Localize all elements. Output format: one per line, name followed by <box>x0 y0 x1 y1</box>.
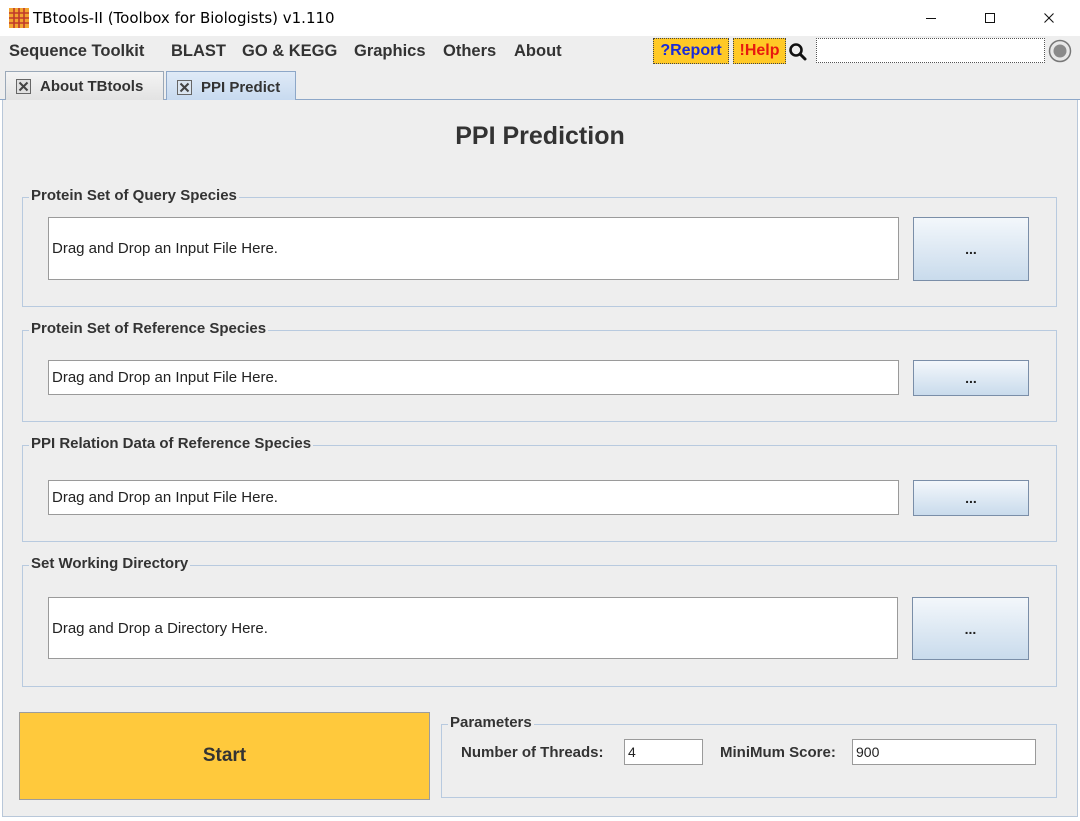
window-title: TBtools-II (Toolbox for Biologists) v1.1… <box>33 9 335 27</box>
start-button[interactable]: Start <box>19 712 430 800</box>
tab-ppi-predict[interactable]: PPI Predict <box>166 71 296 102</box>
close-icon[interactable] <box>16 79 31 94</box>
tab-label: PPI Predict <box>201 78 281 96</box>
group-title: Protein Set of Reference Species <box>29 320 269 337</box>
minimize-icon <box>926 18 936 19</box>
tab-about-tbtools[interactable]: About TBtools <box>5 71 164 101</box>
working-directory-browse-button[interactable]: ... <box>912 597 1029 660</box>
record-icon[interactable] <box>1048 39 1072 63</box>
threads-input[interactable] <box>624 739 703 765</box>
ppi-relation-browse-button[interactable]: ... <box>913 480 1029 516</box>
menu-graphics[interactable]: Graphics <box>354 42 426 61</box>
group-title: Protein Set of Query Species <box>29 187 239 204</box>
group-title: PPI Relation Data of Reference Species <box>29 435 314 452</box>
menu-go-kegg[interactable]: GO & KEGG <box>242 42 337 61</box>
report-button[interactable]: ?Report <box>653 38 729 64</box>
search-input[interactable] <box>816 38 1045 63</box>
query-species-browse-button[interactable]: ... <box>913 217 1029 281</box>
reference-species-drop-field[interactable]: Drag and Drop an Input File Here. <box>48 360 899 395</box>
tab-label: About TBtools <box>40 78 144 95</box>
close-icon <box>1044 13 1054 23</box>
page-title: PPI Prediction <box>455 122 625 150</box>
maximize-button[interactable] <box>961 0 1019 36</box>
tbtools-grid-icon <box>9 8 29 28</box>
group-title: Parameters <box>448 714 534 731</box>
min-score-input[interactable] <box>852 739 1036 765</box>
close-window-button[interactable] <box>1020 0 1078 36</box>
query-species-drop-field[interactable]: Drag and Drop an Input File Here. <box>48 217 899 280</box>
working-directory-drop-field[interactable]: Drag and Drop a Directory Here. <box>48 597 898 659</box>
menu-others[interactable]: Others <box>443 42 496 61</box>
menu-blast[interactable]: BLAST <box>171 42 226 61</box>
tab-strip: About TBtools PPI Predict <box>0 68 1080 102</box>
menu-bar: Sequence Toolkit BLAST GO & KEGG Graphic… <box>0 36 1080 68</box>
reference-species-browse-button[interactable]: ... <box>913 360 1029 396</box>
search-icon[interactable] <box>788 42 808 62</box>
maximize-icon <box>985 13 995 23</box>
min-score-label: MiniMum Score: <box>720 744 836 761</box>
group-title: Set Working Directory <box>29 555 191 572</box>
help-button[interactable]: !Help <box>733 38 786 64</box>
menu-about[interactable]: About <box>514 42 562 61</box>
threads-label: Number of Threads: <box>461 744 604 761</box>
minimize-button[interactable] <box>902 0 960 36</box>
close-icon[interactable] <box>177 79 192 95</box>
ppi-relation-drop-field[interactable]: Drag and Drop an Input File Here. <box>48 480 899 515</box>
title-bar: TBtools-II (Toolbox for Biologists) v1.1… <box>0 0 1080 36</box>
menu-sequence-toolkit[interactable]: Sequence Toolkit <box>9 42 144 61</box>
